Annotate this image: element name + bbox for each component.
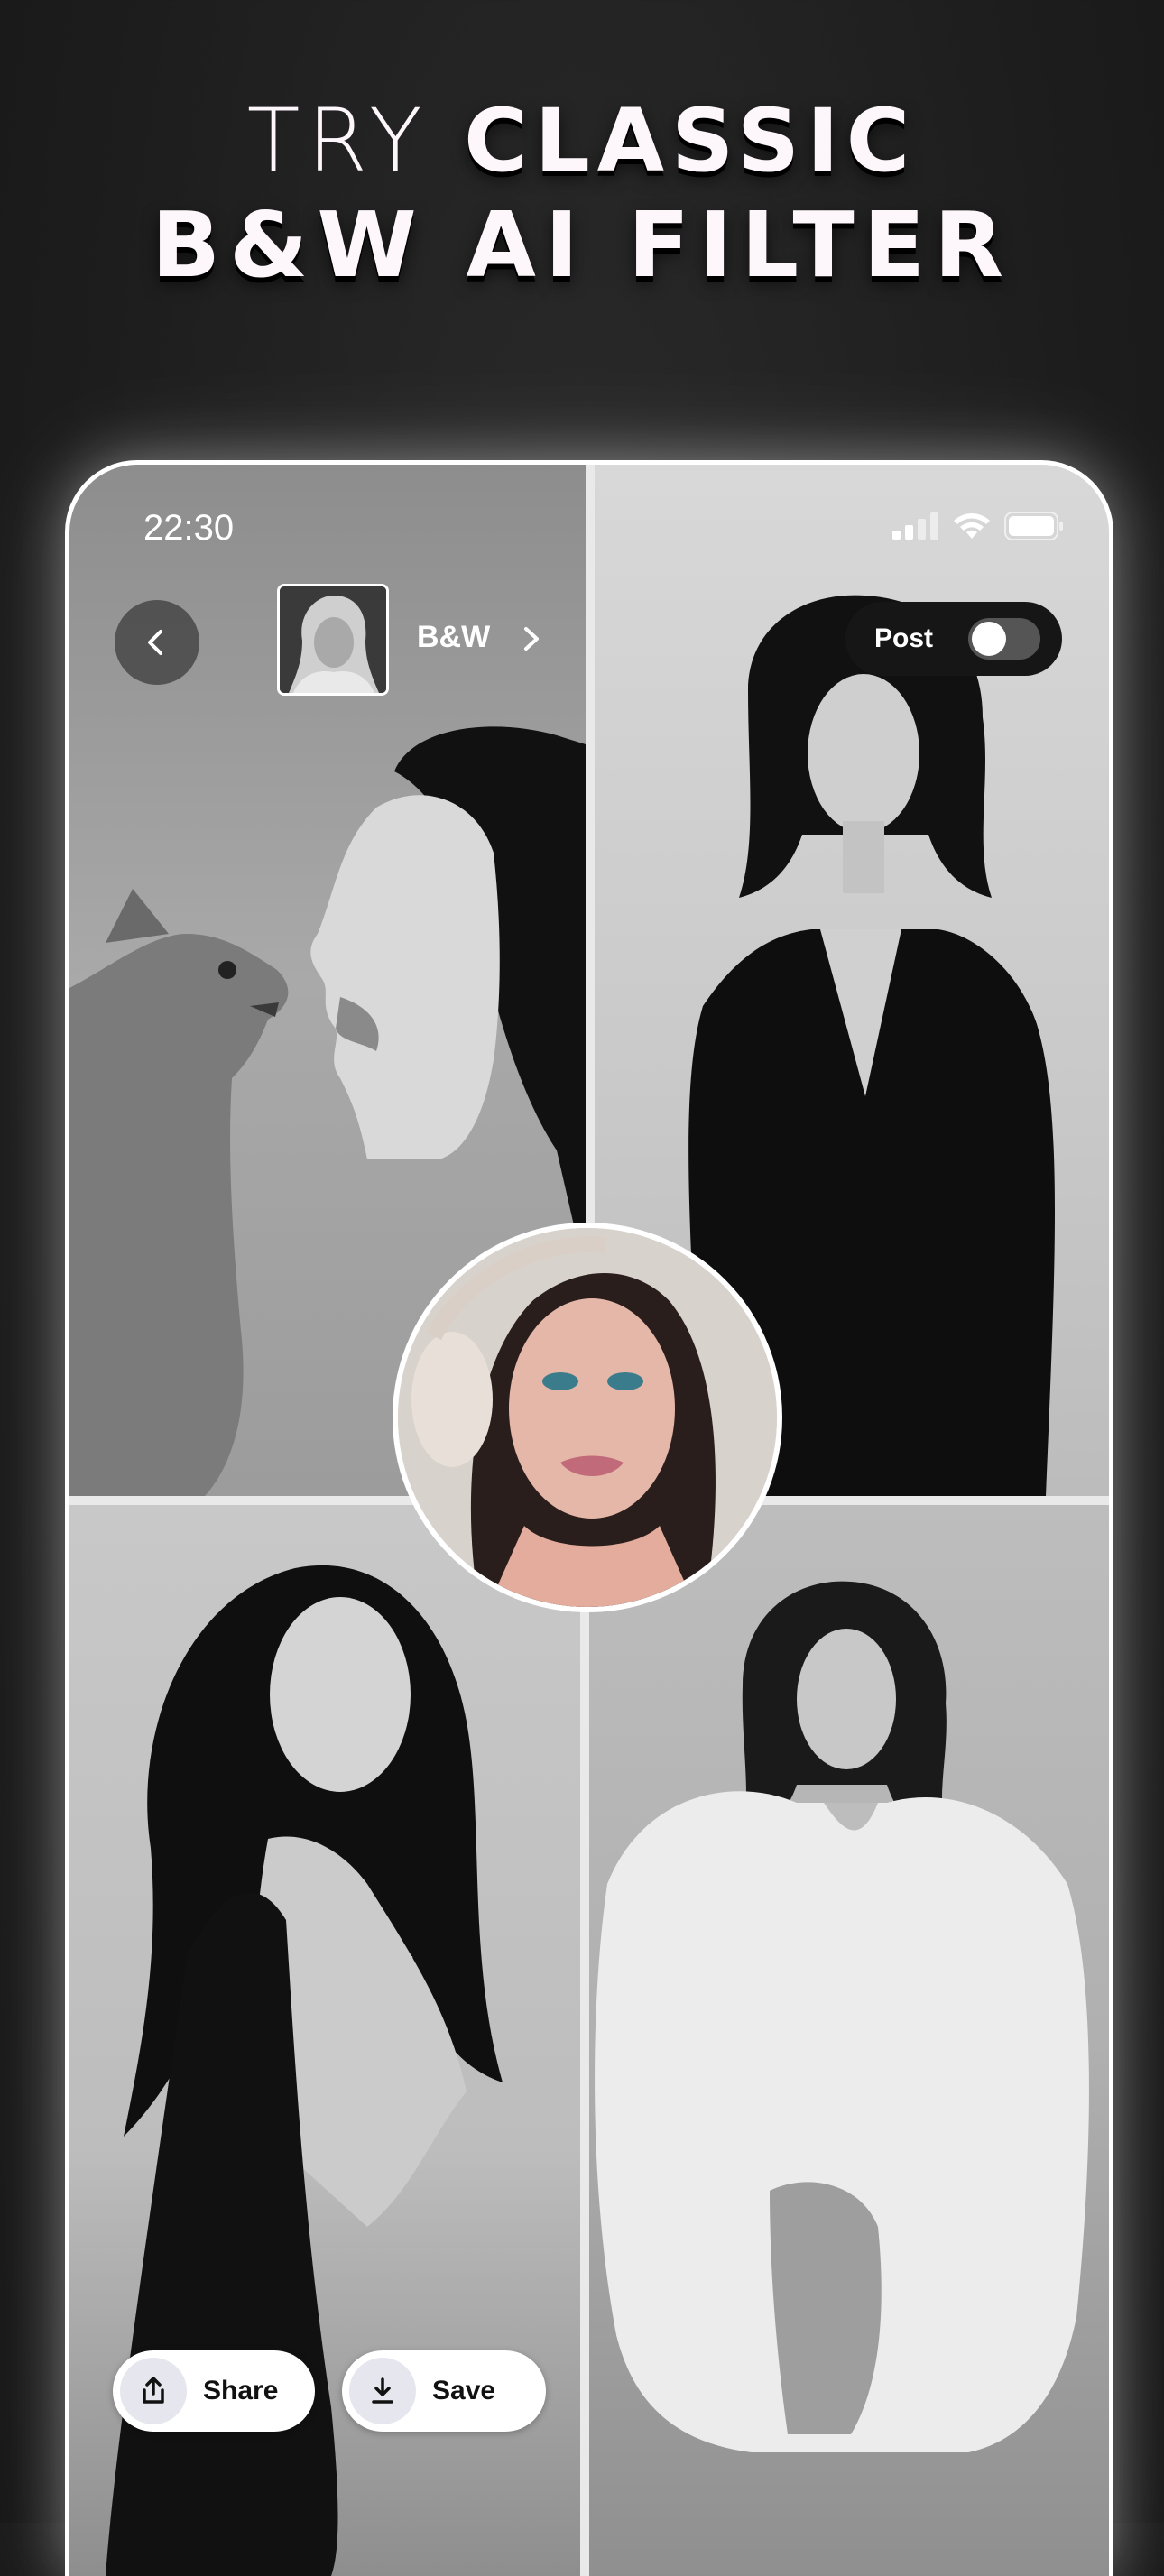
source-selfie-photo[interactable]	[393, 1223, 782, 1612]
toggle-knob	[972, 622, 1006, 656]
share-label: Share	[203, 2376, 279, 2405]
download-icon-circle	[349, 2358, 416, 2424]
promo-headline: TRY CLASSIC B&W AI FILTER	[0, 90, 1164, 299]
filter-name[interactable]: B&W	[417, 620, 490, 655]
headline-line-2: B&W AI FILTER	[151, 192, 1013, 299]
woman-in-fur-coat-image	[595, 1581, 1089, 2452]
status-icons	[892, 512, 1064, 540]
chevron-left-icon	[148, 630, 162, 655]
chevron-right-icon[interactable]	[519, 623, 544, 654]
back-button[interactable]	[115, 600, 199, 685]
headline-light-text: TRY	[246, 90, 465, 191]
battery-icon	[1004, 512, 1063, 540]
share-icon	[143, 2377, 164, 2404]
post-toggle-label: Post	[874, 623, 934, 653]
save-label: Save	[432, 2376, 496, 2405]
filter-thumbnail[interactable]	[277, 584, 389, 696]
headline-bold-text: CLASSIC	[464, 90, 918, 191]
photo-tile-woman-in-fur-coat[interactable]	[589, 1505, 1109, 2576]
download-icon	[372, 2377, 393, 2404]
source-selfie-image	[398, 1228, 777, 1607]
post-toggle-switch[interactable]	[968, 618, 1040, 660]
share-icon-circle	[120, 2358, 187, 2424]
signal-icon	[892, 512, 938, 540]
wifi-icon	[954, 513, 990, 539]
share-button[interactable]: Share	[113, 2350, 315, 2432]
phone-frame: 22:30 B&W Post Share Save	[65, 460, 1113, 2576]
filter-preview-image	[280, 586, 386, 693]
status-time: 22:30	[143, 508, 235, 548]
headline-line-1: TRY CLASSIC	[0, 90, 1164, 192]
save-button[interactable]: Save	[342, 2350, 546, 2432]
post-toggle-pill[interactable]: Post	[845, 602, 1062, 676]
